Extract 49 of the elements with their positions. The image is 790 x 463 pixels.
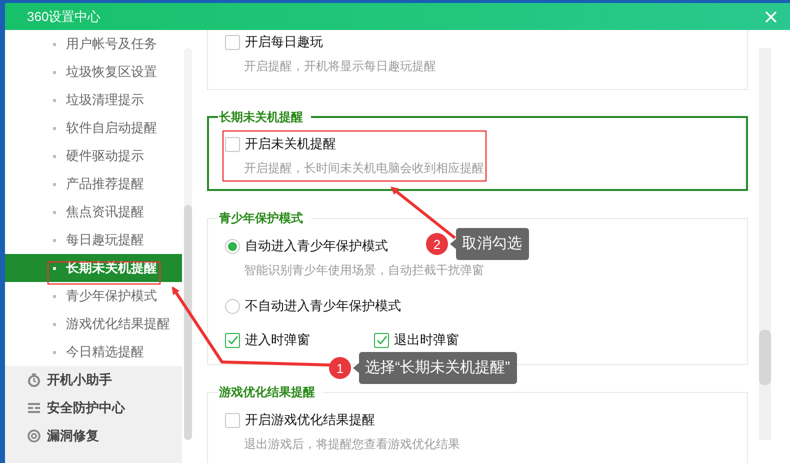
- sidebar-item[interactable]: 垃圾清理提示: [5, 86, 182, 114]
- scrollbar[interactable]: [759, 48, 771, 440]
- bars-icon: [27, 401, 41, 415]
- sidebar-item[interactable]: 产品推荐提醒: [5, 170, 182, 198]
- check-icon: [226, 335, 238, 345]
- checkbox[interactable]: [225, 332, 240, 348]
- check-icon: [376, 335, 388, 345]
- radio-button[interactable]: [225, 298, 240, 314]
- checkbox-label[interactable]: 开启未关机提醒: [245, 135, 336, 153]
- sidebar-item[interactable]: 软件自启动提醒: [5, 114, 182, 142]
- sidebar-item[interactable]: 每日趣玩提醒: [5, 226, 182, 254]
- group-title: 长期未关机提醒: [218, 109, 304, 125]
- stopwatch-icon: [27, 373, 41, 387]
- group-title: 游戏优化结果提醒: [218, 384, 316, 400]
- close-icon[interactable]: [764, 10, 778, 24]
- sidebar-item[interactable]: 垃圾恢复区设置: [5, 58, 182, 86]
- checkbox[interactable]: [225, 412, 240, 428]
- sidebar-group[interactable]: 安全防护中心: [5, 394, 182, 422]
- sidebar-item[interactable]: 用户帐号及任务: [5, 30, 182, 58]
- sidebar-group[interactable]: 漏洞修复: [5, 422, 182, 450]
- option-description: 退出游戏后，将提醒您查看游戏优化结果: [244, 436, 461, 452]
- sidebar-item[interactable]: 硬件驱动提示: [5, 142, 182, 170]
- group-title: 青少年保护模式: [218, 210, 304, 226]
- checkbox[interactable]: [374, 332, 389, 348]
- callout-label: 选择“长期未关机提醒”: [359, 352, 517, 384]
- callout-pointer: [353, 363, 359, 373]
- arrow: [390, 186, 456, 240]
- checkbox-label[interactable]: 开启游戏优化结果提醒: [245, 411, 375, 429]
- sidebar-item[interactable]: 青少年保护模式: [5, 282, 182, 310]
- radio-button[interactable]: [225, 238, 240, 254]
- checkbox[interactable]: [225, 136, 240, 152]
- checkbox-label[interactable]: 退出时弹窗: [394, 331, 459, 349]
- option-description: 开启提醒，长时间未关机电脑会收到相应提醒: [244, 160, 485, 176]
- checkbox-label[interactable]: 进入时弹窗: [245, 331, 310, 349]
- option-description: 开启提醒，开机将显示每日趣玩提醒: [244, 58, 437, 74]
- callout-pointer: [450, 239, 456, 249]
- sidebar-item[interactable]: 游戏优化结果提醒: [5, 310, 182, 338]
- radio-label[interactable]: 自动进入青少年保护模式: [245, 237, 388, 255]
- window-title: 360设置中心: [27, 8, 102, 26]
- sidebar-item[interactable]: 焦点资讯提醒: [5, 198, 182, 226]
- sidebar-group[interactable]: 开机小助手: [5, 366, 182, 394]
- ring-icon: [27, 429, 41, 443]
- scrollbar[interactable]: [184, 48, 192, 440]
- option-description: 智能识别青少年使用场景，自动拦截干扰弹窗: [244, 262, 485, 278]
- radio-label[interactable]: 不自动进入青少年保护模式: [245, 297, 401, 315]
- checkbox-label[interactable]: 开启每日趣玩: [245, 33, 323, 51]
- sidebar-item[interactable]: 今日精选提醒: [5, 338, 182, 366]
- checkbox[interactable]: [225, 34, 240, 50]
- callout-label: 取消勾选: [456, 228, 529, 260]
